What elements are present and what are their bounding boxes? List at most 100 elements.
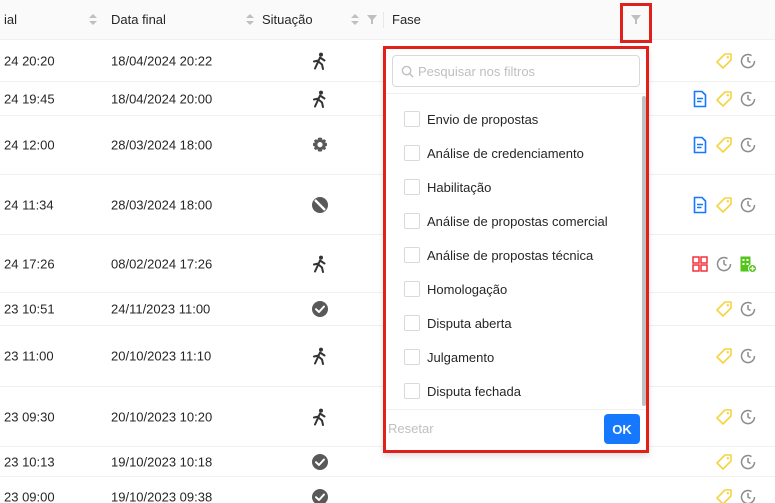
tag-icon[interactable] — [715, 347, 733, 365]
row-actions — [691, 254, 757, 274]
status-running-icon — [311, 408, 329, 426]
status-running-icon — [311, 347, 329, 365]
filter-icon-situacao[interactable] — [367, 15, 377, 25]
filter-option-label: Análise de propostas técnica — [427, 247, 594, 263]
row-actions — [691, 195, 757, 215]
sort-icon[interactable] — [89, 13, 97, 27]
filter-search-box[interactable] — [392, 55, 640, 87]
filter-option-label: Homologação — [427, 281, 508, 297]
checkbox[interactable] — [404, 111, 420, 127]
clock-icon[interactable] — [739, 52, 757, 70]
filter-option-label: Análise de credenciamento — [427, 145, 584, 161]
column-header-data-inicial[interactable]: ial — [4, 0, 17, 40]
highlight-box-filter-icon — [620, 3, 652, 43]
checkbox[interactable] — [404, 281, 420, 297]
filter-option[interactable]: Análise de propostas comercial — [404, 210, 608, 232]
clock-icon[interactable] — [739, 136, 757, 154]
filter-option[interactable]: Homologação — [404, 278, 507, 300]
cell-data-final: 28/03/2024 18:00 — [111, 197, 213, 212]
checkbox[interactable] — [404, 179, 420, 195]
tag-icon[interactable] — [715, 52, 733, 70]
cell-data-final: 19/10/2023 09:38 — [111, 489, 213, 503]
cell-data-inicial: 24 19:45 — [4, 91, 55, 106]
clock-icon[interactable] — [739, 488, 757, 503]
checkbox[interactable] — [404, 383, 420, 399]
cell-data-inicial: 23 11:00 — [4, 348, 54, 364]
filter-option-label: Julgamento — [427, 349, 495, 365]
checkbox[interactable] — [404, 349, 420, 365]
filter-option-label: Disputa aberta — [427, 315, 512, 331]
filter-option[interactable]: Habilitação — [404, 176, 491, 198]
filter-options-list: Envio de propostas Análise de credenciame… — [386, 94, 646, 409]
row-actions — [715, 487, 757, 503]
cell-data-inicial: 23 09:00 — [4, 489, 55, 503]
cell-data-final: 20/10/2023 10:20 — [111, 409, 213, 424]
filter-option-label: Habilitação — [427, 179, 492, 195]
filter-scrollbar[interactable] — [642, 96, 646, 406]
status-done-icon — [311, 488, 329, 503]
filter-option[interactable]: Análise de propostas técnica — [404, 244, 593, 266]
column-header-situacao[interactable]: Situação — [262, 0, 313, 40]
filter-option-label: Disputa fechada — [427, 383, 521, 399]
divider — [386, 409, 646, 410]
document-icon[interactable] — [691, 90, 709, 108]
filter-option[interactable]: Disputa aberta — [404, 312, 512, 334]
filter-option[interactable]: Julgamento — [404, 346, 494, 368]
ok-button[interactable]: OK — [604, 414, 640, 444]
status-blocked-icon — [311, 196, 329, 214]
tag-icon[interactable] — [715, 488, 733, 503]
column-divider — [383, 12, 384, 28]
status-running-icon — [311, 52, 329, 70]
document-icon[interactable] — [691, 196, 709, 214]
table-header: ial Data final Situação Fase — [0, 0, 775, 40]
tag-icon[interactable] — [715, 196, 733, 214]
checkbox[interactable] — [404, 247, 420, 263]
clock-icon[interactable] — [739, 453, 757, 471]
filter-option-label: Análise de propostas comercial — [427, 213, 608, 229]
search-icon — [401, 65, 414, 78]
clock-icon[interactable] — [739, 196, 757, 214]
checkbox[interactable] — [404, 315, 420, 331]
column-header-data-final[interactable]: Data final — [111, 0, 166, 40]
row-actions — [715, 346, 757, 366]
status-done-icon — [311, 300, 329, 318]
filter-option[interactable]: Análise de credenciamento — [404, 142, 584, 164]
tag-icon[interactable] — [715, 408, 733, 426]
grid-icon[interactable] — [691, 255, 709, 273]
row-actions — [715, 452, 757, 472]
tag-icon[interactable] — [715, 453, 733, 471]
sort-icon[interactable] — [351, 13, 359, 27]
cell-data-final: 08/02/2024 17:26 — [111, 256, 213, 271]
cell-data-final: 18/04/2024 20:00 — [111, 91, 213, 106]
row-actions — [715, 51, 757, 71]
cell-data-final: 20/10/2023 11:10 — [111, 348, 212, 364]
filter-search-input[interactable] — [418, 63, 618, 79]
clock-icon[interactable] — [739, 347, 757, 365]
status-running-icon — [311, 90, 329, 108]
filter-option[interactable]: Envio de propostas — [404, 108, 538, 130]
building-add-icon[interactable] — [739, 255, 757, 273]
column-header-fase[interactable]: Fase — [392, 0, 421, 40]
tag-icon[interactable] — [715, 300, 733, 318]
cell-data-inicial: 24 12:00 — [4, 137, 55, 153]
checkbox[interactable] — [404, 213, 420, 229]
checkbox[interactable] — [404, 145, 420, 161]
clock-icon[interactable] — [715, 255, 733, 273]
cell-data-inicial: 24 11:34 — [4, 197, 54, 212]
filter-dropdown-fase: Envio de propostas Análise de credenciame… — [383, 46, 649, 453]
document-icon[interactable] — [691, 136, 709, 154]
status-running-icon — [311, 255, 329, 273]
row-actions — [691, 135, 757, 155]
status-processing-icon — [311, 136, 329, 154]
cell-data-inicial: 24 20:20 — [4, 53, 55, 68]
clock-icon[interactable] — [739, 90, 757, 108]
cell-data-final: 28/03/2024 18:00 — [111, 137, 213, 153]
filter-option[interactable]: Disputa fechada — [404, 380, 521, 402]
sort-icon[interactable] — [246, 13, 254, 27]
clock-icon[interactable] — [739, 408, 757, 426]
reset-button[interactable]: Resetar — [388, 421, 434, 436]
tag-icon[interactable] — [715, 90, 733, 108]
tag-icon[interactable] — [715, 136, 733, 154]
cell-data-final: 24/11/2023 11:00 — [111, 301, 211, 317]
clock-icon[interactable] — [739, 300, 757, 318]
